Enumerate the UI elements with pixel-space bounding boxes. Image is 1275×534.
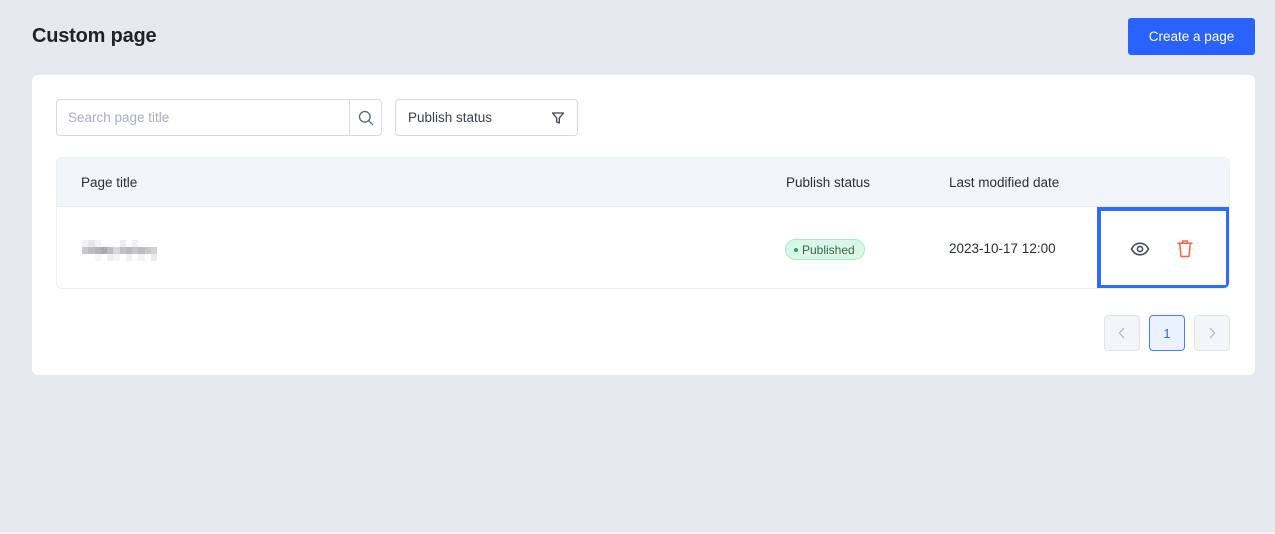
redaction-pixel — [169, 240, 176, 247]
create-page-button[interactable]: Create a page — [1128, 18, 1255, 55]
search-icon — [358, 110, 373, 125]
status-badge: Published — [785, 239, 865, 260]
trash-icon — [1177, 240, 1193, 258]
page-title: Custom page — [32, 25, 157, 47]
redaction-pixel — [169, 254, 176, 261]
content-card: Publish status Page title Publish status… — [32, 75, 1255, 375]
page-button-1[interactable]: 1 — [1149, 315, 1185, 351]
delete-button[interactable] — [1174, 238, 1196, 260]
redacted-page-title — [82, 240, 176, 261]
last-modified-date: 2023-10-17 12:00 — [949, 241, 1056, 256]
column-header-publish-status: Publish status — [786, 175, 871, 190]
status-dot-icon — [794, 247, 798, 252]
row-actions — [1097, 207, 1229, 288]
next-page-button[interactable] — [1194, 315, 1230, 351]
eye-icon — [1130, 242, 1150, 256]
filter-icon — [551, 111, 565, 124]
publish-status-filter[interactable]: Publish status — [395, 99, 578, 136]
column-header-last-modified: Last modified date — [949, 175, 1060, 190]
pagination: 1 — [1104, 315, 1230, 351]
redaction-pixel — [169, 247, 176, 254]
status-badge-label: Published — [802, 242, 855, 257]
search-button[interactable] — [349, 99, 382, 136]
search-input[interactable] — [56, 99, 349, 136]
table-header: Page title Publish status Last modified … — [57, 158, 1229, 207]
search-group — [56, 99, 382, 136]
column-header-page-title: Page title — [81, 175, 138, 190]
filter-label: Publish status — [408, 110, 493, 125]
pages-table: Page title Publish status Last modified … — [56, 157, 1230, 289]
chevron-left-icon — [1118, 327, 1125, 339]
view-button[interactable] — [1129, 238, 1151, 260]
page-header: Custom page Create a page — [32, 18, 1255, 56]
chevron-right-icon — [1209, 327, 1216, 339]
table-row: Published 2023-10-17 12:00 — [57, 207, 1229, 288]
prev-page-button[interactable] — [1104, 315, 1140, 351]
